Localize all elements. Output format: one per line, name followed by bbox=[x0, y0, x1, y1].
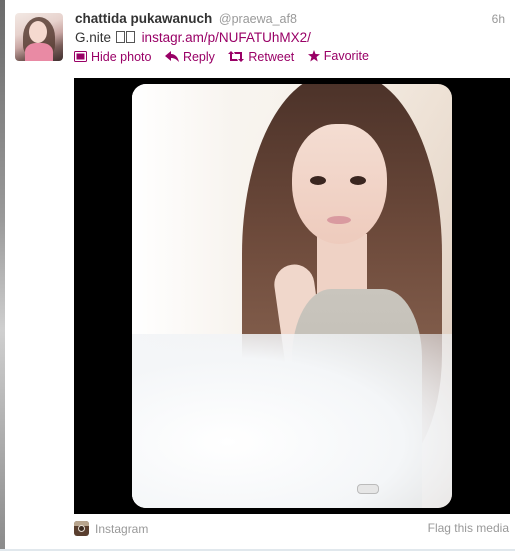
tweet-actions: Hide photo Reply Retweet Favorite bbox=[74, 49, 379, 65]
hide-photo-label: Hide photo bbox=[91, 49, 152, 64]
flag-media-link[interactable]: Flag this media bbox=[428, 521, 509, 535]
tweet-header: chattida pukawanuch @praewa_af8 6h bbox=[75, 11, 505, 29]
reply-label: Reply bbox=[182, 49, 215, 64]
tweet-timestamp[interactable]: 6h bbox=[492, 12, 505, 26]
tweet-link[interactable]: instagr.am/p/NUFATUhMX2/ bbox=[142, 30, 311, 45]
hide-photo-button[interactable]: Hide photo bbox=[74, 50, 151, 64]
reply-icon bbox=[164, 51, 179, 62]
star-icon bbox=[307, 50, 320, 62]
media-container[interactable] bbox=[74, 78, 510, 514]
favorite-label: Favorite bbox=[323, 49, 369, 63]
missing-glyph-icon bbox=[115, 31, 125, 43]
tweet-text: G.nite instagr.am/p/NUFATUhMX2/ bbox=[75, 30, 311, 45]
media-source-label: Instagram bbox=[95, 521, 149, 536]
reply-button[interactable]: Reply bbox=[164, 49, 215, 64]
photo-icon bbox=[74, 51, 87, 62]
retweet-label: Retweet bbox=[248, 49, 295, 64]
media-footer: Instagram Flag this media bbox=[74, 521, 509, 539]
retweet-icon bbox=[228, 51, 245, 62]
tweet-text-body: G.nite bbox=[75, 30, 112, 45]
retweet-button[interactable]: Retweet bbox=[228, 50, 294, 64]
favorite-button[interactable]: Favorite bbox=[307, 49, 369, 63]
user-fullname[interactable]: chattida pukawanuch bbox=[75, 11, 212, 26]
avatar[interactable] bbox=[15, 13, 63, 61]
instagram-icon bbox=[74, 521, 89, 536]
tweet-photo[interactable] bbox=[132, 84, 452, 508]
page-edge bbox=[0, 0, 5, 551]
missing-glyph-icon bbox=[125, 31, 135, 43]
media-source[interactable]: Instagram bbox=[74, 521, 148, 536]
user-handle[interactable]: @praewa_af8 bbox=[219, 12, 297, 26]
